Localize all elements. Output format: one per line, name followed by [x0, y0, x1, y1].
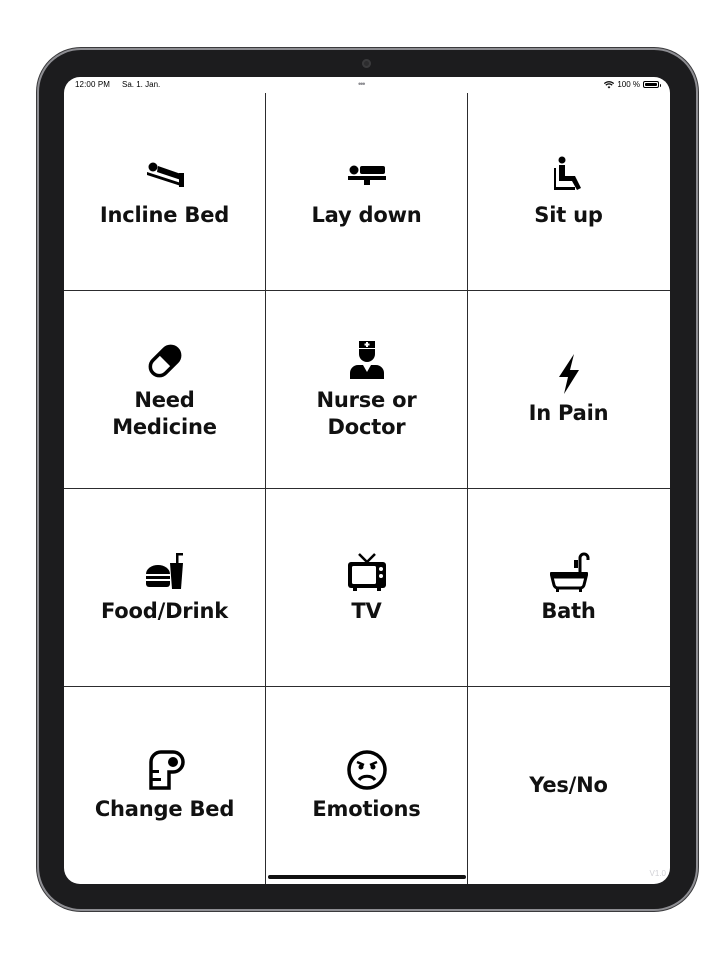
incline-bed-icon [146, 162, 184, 187]
tv-icon [347, 553, 386, 591]
status-time: 12:00 PM [75, 80, 111, 89]
screen: 12:00 PM Sa. 1. Jan. ••• 100 % Incline B… [64, 77, 670, 884]
tile-label: In Pain [528, 401, 609, 425]
pill-icon [148, 344, 181, 377]
home-indicator[interactable] [268, 875, 466, 879]
tile-label: Lay down [311, 203, 422, 227]
bathtub-icon [549, 552, 589, 592]
nurse-icon [349, 340, 384, 379]
food-drink-icon [145, 553, 183, 589]
tile-bath[interactable]: Bath [468, 489, 669, 686]
tile-emotions[interactable]: Emotions [266, 687, 467, 884]
battery-percent: 100 % [617, 80, 640, 89]
tile-label: Nurse or Doctor [316, 387, 417, 439]
battery-icon [643, 81, 661, 88]
tile-label: Yes/No [529, 773, 608, 797]
tile-label: Change Bed [94, 797, 235, 821]
tile-label: Incline Bed [99, 203, 230, 227]
tile-label: Emotions [312, 797, 421, 821]
status-date: Sa. 1. Jan. [122, 80, 161, 89]
tile-lay-down[interactable]: Lay down [266, 93, 467, 290]
tile-label: TV [351, 599, 382, 623]
sitting-person-icon [553, 156, 581, 190]
sad-face-icon [346, 750, 387, 790]
tile-nurse-or-doctor[interactable]: Nurse or Doctor [266, 291, 467, 488]
version-label: V1.0 [649, 869, 666, 878]
multitasking-dots[interactable]: ••• [358, 79, 366, 89]
tile-yes-no[interactable]: Yes/No [468, 687, 669, 884]
status-indicators: 100 % [604, 80, 661, 89]
tile-food-drink[interactable]: Food/Drink [64, 489, 265, 686]
tile-label: Bath [541, 599, 596, 623]
lightning-bolt-icon [558, 354, 579, 394]
tile-in-pain[interactable]: In Pain [468, 291, 669, 488]
tile-sit-up[interactable]: Sit up [468, 93, 669, 290]
tile-label: Food/Drink [101, 599, 228, 623]
front-camera [362, 59, 371, 68]
phrase-grid: Incline Bed Lay down Sit up Need Medicin… [64, 93, 670, 884]
status-bar: 12:00 PM Sa. 1. Jan. ••• 100 % [64, 77, 670, 93]
tile-incline-bed[interactable]: Incline Bed [64, 93, 265, 290]
toilet-paper-icon [148, 750, 185, 790]
wifi-icon [604, 80, 615, 88]
tile-change-bed[interactable]: Change Bed [64, 687, 265, 884]
tablet-frame: 12:00 PM Sa. 1. Jan. ••• 100 % Incline B… [39, 50, 696, 909]
tile-label: Sit up [534, 203, 603, 227]
tile-label: Need Medicine [112, 387, 217, 439]
battery-fill [645, 83, 657, 86]
tile-need-medicine[interactable]: Need Medicine [64, 291, 265, 488]
tile-tv[interactable]: TV [266, 489, 467, 686]
bed-icon [347, 165, 386, 185]
